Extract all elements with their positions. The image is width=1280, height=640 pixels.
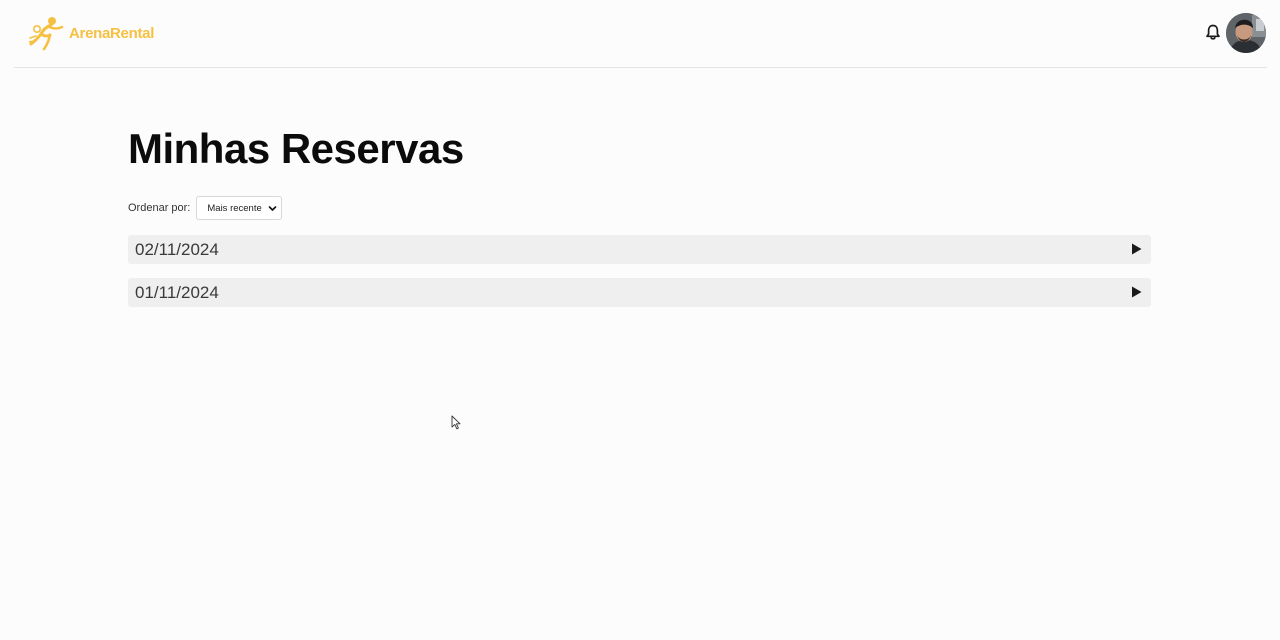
top-navigation-bar: ArenaRental — [0, 0, 1280, 67]
sort-control: Ordenar por: Mais recente — [128, 196, 283, 220]
play-arrow-icon — [1132, 243, 1142, 255]
chevron-down-icon — [269, 206, 277, 211]
reservation-date: 02/11/2024 — [135, 240, 219, 259]
reservation-item[interactable]: 01/11/2024 — [128, 278, 1151, 307]
sort-select[interactable]: Mais recente — [196, 196, 283, 220]
sort-selected-value: Mais recente — [207, 202, 262, 214]
reservation-item[interactable]: 02/11/2024 — [128, 235, 1151, 264]
sort-label: Ordenar por: — [128, 202, 191, 214]
reservation-date: 01/11/2024 — [135, 283, 219, 302]
bell-icon[interactable] — [1205, 24, 1221, 41]
mouse-cursor-icon — [451, 415, 461, 430]
brand-logo[interactable]: ArenaRental — [29, 14, 154, 52]
brand-name: ArenaRental — [69, 24, 155, 42]
user-avatar[interactable] — [1226, 13, 1266, 53]
page-title: Minhas Reservas — [128, 125, 464, 172]
header-divider — [14, 67, 1267, 68]
play-arrow-icon — [1132, 286, 1142, 298]
user-photo-icon — [1226, 13, 1266, 53]
runner-logo-icon — [29, 17, 64, 51]
